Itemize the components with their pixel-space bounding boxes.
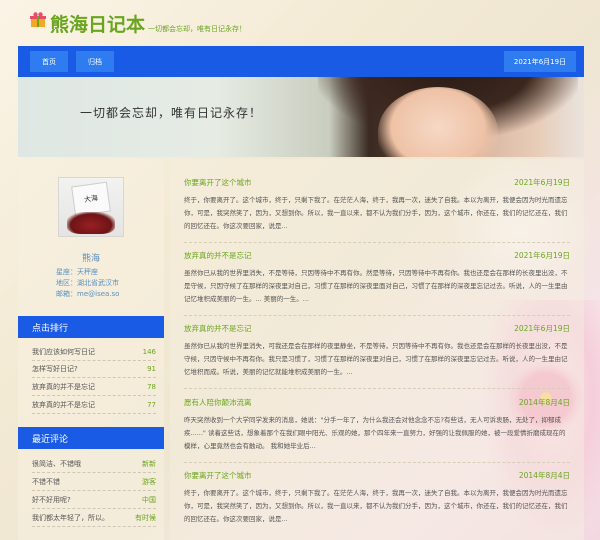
comment-item[interactable]: 好不好用呢? 中国 bbox=[32, 492, 156, 509]
article-divider bbox=[184, 388, 570, 389]
article-title[interactable]: 放弃真的并不是忘记 bbox=[184, 250, 252, 261]
article-excerpt: 昨天突然收到一个大学同学发来的消息，她说："分手一年了，为什么我还会对他念念不忘… bbox=[184, 416, 566, 450]
nav-home[interactable]: 首页 bbox=[30, 51, 68, 72]
article-list: 你要离开了这个城市 2021年6月19日 终于，你要离开了。这个城市，终于，只剩… bbox=[170, 159, 584, 540]
header-banner: 一切都会忘却，唯有日记永存！ bbox=[18, 77, 584, 157]
ranking-item-title: 放弃真的并不是忘记 bbox=[32, 383, 95, 391]
ranking-item-title: 我们应该如何写日记 bbox=[32, 348, 95, 356]
ranking-item[interactable]: 放弃真的并不是忘记 77 bbox=[32, 397, 156, 414]
ranking-item-count: 77 bbox=[147, 401, 156, 409]
article-excerpt: 终于，你要离开了。这个城市，终于，只剩下我了。在茫茫人海，终于，我再一次，迷失了… bbox=[184, 489, 568, 523]
ranking-item-title: 放弃真的并不是忘记 bbox=[32, 401, 95, 409]
profile-email: 邮箱：me@isea.so bbox=[56, 290, 120, 298]
ranking-item[interactable]: 放弃真的并不是忘记 78 bbox=[32, 379, 156, 396]
ranking-heading: 点击排行 bbox=[18, 316, 164, 338]
profile-name: 熊海 bbox=[81, 254, 100, 264]
article-date: 2021年6月19日 bbox=[514, 324, 570, 333]
comment-text: 好不好用呢? bbox=[32, 496, 71, 504]
article-excerpt: 虽然你已从我的世界里消失，不是等待，只因等待中不再有你。然是等待，只因等待中不再… bbox=[184, 269, 568, 303]
ranking-item-count: 78 bbox=[147, 383, 156, 391]
article-title[interactable]: 你要离开了这个城市 bbox=[184, 177, 252, 188]
comment-text: 很简洁、不错哦 bbox=[32, 460, 81, 468]
comment-author: 有时候 bbox=[135, 514, 156, 522]
article-divider bbox=[184, 242, 570, 243]
profile-constellation: 星座：天秤座 bbox=[56, 268, 98, 276]
nav-archive[interactable]: 归档 bbox=[76, 51, 114, 72]
site-title[interactable]: 熊海日记本 bbox=[50, 10, 145, 37]
article-date: 2014年8月4日 bbox=[518, 471, 570, 480]
gift-icon bbox=[30, 12, 46, 28]
comments-heading: 最近评论 bbox=[18, 427, 164, 449]
ranking-item[interactable]: 怎样写好日记? 91 bbox=[32, 361, 156, 378]
article-title[interactable]: 放弃真的并不是忘记 bbox=[184, 323, 252, 334]
article-date: 2021年6月19日 bbox=[514, 251, 570, 260]
comment-author: 游客 bbox=[142, 478, 156, 486]
article-divider bbox=[184, 315, 570, 316]
comment-author: 新新 bbox=[142, 460, 156, 468]
ranking-item-count: 91 bbox=[147, 365, 156, 373]
comment-text: 我们都太年轻了，所以。 bbox=[32, 514, 109, 522]
comment-author: 中国 bbox=[142, 496, 156, 504]
site-slogan: 一切都会忘却，唯有日记永存！ bbox=[148, 25, 246, 33]
article-divider bbox=[184, 462, 570, 463]
article-title[interactable]: 你要离开了这个城市 bbox=[184, 470, 252, 481]
avatar-cloth bbox=[67, 212, 115, 234]
sidebar: 大海 熊海 星座：天秤座 地区：湖北省武汉市 邮箱：me@isea.so 点击排… bbox=[18, 159, 164, 540]
article-excerpt: 虽然你已从我的世界里消失，可我还是会在那样的夜里静坐，不是等待，只因等待中不再有… bbox=[184, 342, 568, 376]
profile-region: 地区：湖北省武汉市 bbox=[56, 279, 119, 287]
banner-text: 一切都会忘却，唯有日记永存！ bbox=[80, 106, 263, 120]
site-header: 熊海日记本 一切都会忘却，唯有日记永存！ bbox=[0, 0, 600, 46]
article-title[interactable]: 愿有人陪你颠沛流离 bbox=[184, 397, 252, 408]
ranking-item-count: 146 bbox=[142, 348, 156, 356]
ranking-item[interactable]: 我们应该如何写日记 146 bbox=[32, 344, 156, 361]
comment-item[interactable]: 我们都太年轻了，所以。 有时候 bbox=[32, 510, 156, 527]
nav-date: 2021年6月19日 bbox=[504, 51, 576, 72]
ranking-item-title: 怎样写好日记? bbox=[32, 365, 78, 373]
comment-item[interactable]: 很简洁、不错哦 新新 bbox=[32, 456, 156, 473]
main-navbar: 首页 归档 2021年6月19日 bbox=[18, 46, 584, 77]
avatar: 大海 bbox=[58, 177, 124, 237]
comment-text: 不错不错 bbox=[32, 478, 60, 486]
article-date: 2014年8月4日 bbox=[518, 398, 570, 407]
article-excerpt: 终于，你要离开了。这个城市，终于，只剩下我了。在茫茫人海，终于，我再一次，迷失了… bbox=[184, 196, 568, 230]
comment-item[interactable]: 不错不错 游客 bbox=[32, 474, 156, 491]
article-date: 2021年6月19日 bbox=[514, 178, 570, 187]
